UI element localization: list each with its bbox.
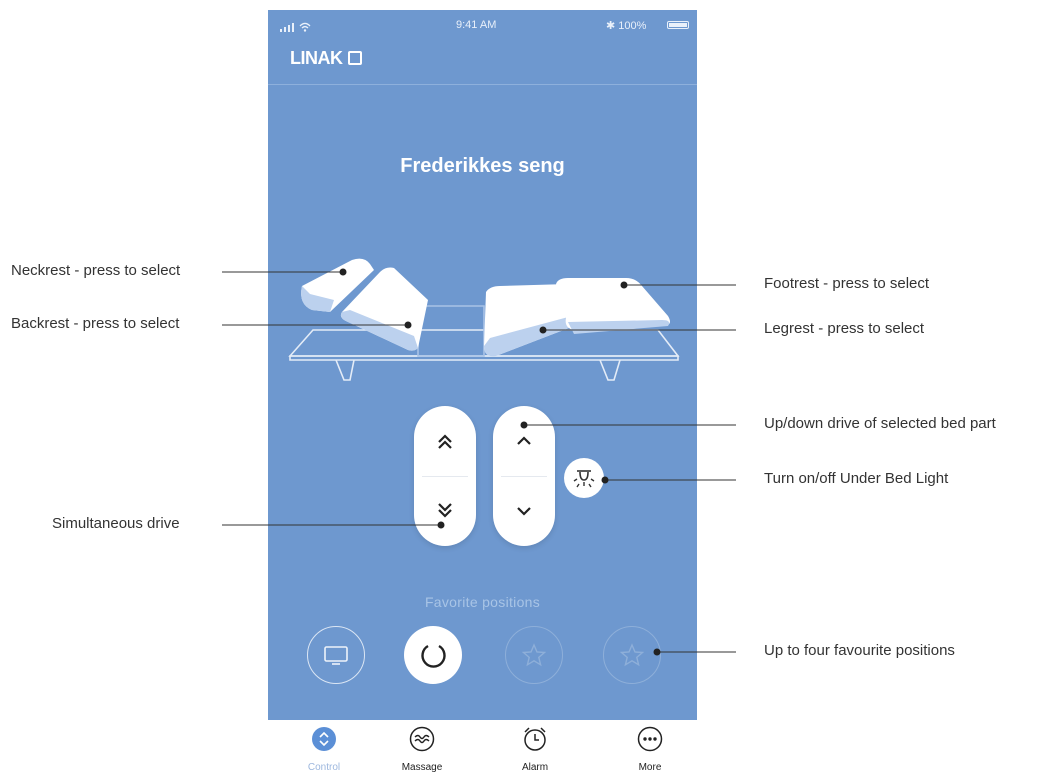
selected-part-drive-control <box>493 406 555 546</box>
logo-mark-icon <box>347 51 362 65</box>
tab-label: More <box>638 762 662 773</box>
massage-wave-icon <box>409 726 435 752</box>
battery-icon <box>667 21 689 29</box>
under-bed-light-icon <box>573 470 595 488</box>
favorites-label: Favorite positions <box>424 594 541 610</box>
tab-label: Control <box>307 762 341 773</box>
annotation-backrest: Backrest - press to select <box>11 315 180 332</box>
drive-down-button[interactable] <box>493 476 555 546</box>
tab-bar: Control Massage Alarm More <box>268 720 697 776</box>
status-battery: ✱ 100% <box>606 20 647 32</box>
tab-control[interactable]: Control <box>289 726 359 773</box>
drive-up-button[interactable] <box>493 406 555 476</box>
circle-arrow-icon <box>421 644 446 668</box>
annotation-neckrest: Neckrest - press to select <box>11 262 181 279</box>
bed-title: Frederikkes seng <box>400 155 565 177</box>
annotation-favourites: Up to four favourite positions <box>764 642 955 659</box>
star-icon <box>521 643 547 667</box>
alarm-clock-icon <box>524 727 546 751</box>
favorite-position-2[interactable] <box>404 626 462 684</box>
tab-more[interactable]: More <box>615 726 685 773</box>
chevron-down-icon <box>517 507 531 516</box>
tab-label: Alarm <box>521 762 549 773</box>
annotation-under-bed-light: Turn on/off Under Bed Light <box>764 470 949 487</box>
header-divider <box>268 84 697 85</box>
tab-label: Massage <box>401 762 443 773</box>
status-time: 9:41 AM <box>456 19 497 31</box>
annotation-legrest: Legrest - press to select <box>764 320 925 337</box>
tab-alarm[interactable]: Alarm <box>500 726 570 773</box>
chevron-updown-icon <box>312 727 336 751</box>
simultaneous-up-button[interactable] <box>414 406 476 476</box>
favorite-position-4[interactable] <box>603 626 661 684</box>
app-logo: LINAK <box>290 48 362 69</box>
tab-massage[interactable]: Massage <box>387 726 457 773</box>
star-icon <box>619 643 645 667</box>
annotation-footrest: Footrest - press to select <box>764 275 930 292</box>
chevron-up-icon <box>517 436 531 445</box>
annotation-simultaneous-drive: Simultaneous drive <box>52 515 180 532</box>
tv-icon <box>324 646 348 665</box>
ellipsis-icon <box>637 726 663 752</box>
under-bed-light-button[interactable] <box>564 458 604 498</box>
double-chevron-down-icon <box>438 503 452 518</box>
phone-screen: 9:41 AM ✱ 100% LINAK Frederikkes seng Fa… <box>268 10 697 720</box>
annotation-updown-drive: Up/down drive of selected bed part <box>764 415 996 432</box>
simultaneous-down-button[interactable] <box>414 476 476 546</box>
double-chevron-up-icon <box>438 434 452 449</box>
signal-icon <box>280 22 311 32</box>
simultaneous-drive-control <box>414 406 476 546</box>
favorite-position-1[interactable] <box>307 626 365 684</box>
bed-illustration <box>288 258 680 381</box>
footrest[interactable] <box>556 278 670 334</box>
favorite-position-3[interactable] <box>505 626 563 684</box>
